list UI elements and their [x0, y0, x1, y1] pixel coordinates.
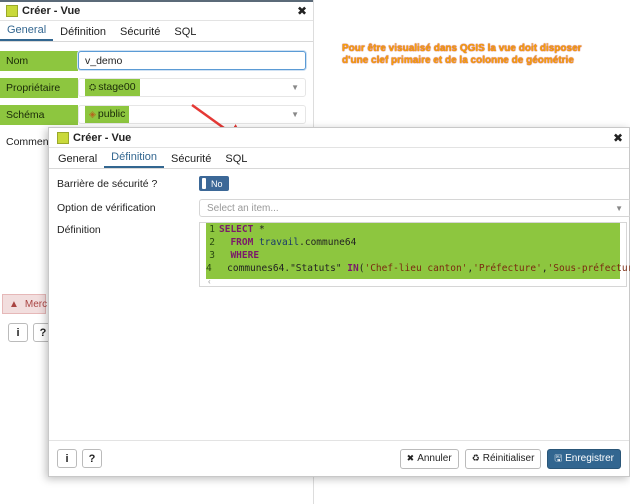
code-token: 'Sous-préfecture' — [547, 263, 630, 274]
definition-label: Définition — [57, 224, 101, 236]
bg-tab-securite[interactable]: Sécurité — [113, 26, 167, 41]
help-icon[interactable]: ? — [82, 449, 102, 468]
view-icon — [6, 5, 18, 17]
code-token: SELECT — [219, 224, 254, 235]
chevron-down-icon[interactable]: ▼ — [615, 204, 623, 213]
bg-tab-definition[interactable]: Définition — [53, 26, 113, 41]
code-line: 2 FROM travail .commune64 — [206, 236, 620, 249]
schema-chip: ◈ public — [85, 106, 130, 123]
schema-icon: ◈ — [89, 109, 96, 119]
user-icon: ⛭ — [89, 82, 97, 92]
code-token: WHERE — [230, 250, 260, 261]
save-button[interactable]: 🖫 Enregistrer — [547, 448, 621, 469]
reset-label: Réinitialiser — [482, 453, 535, 464]
code-token: 'Chef-lieu canton' — [364, 263, 468, 274]
nom-label: Nom — [0, 50, 78, 71]
cancel-icon: ✖ — [406, 453, 415, 463]
code-token: travail — [259, 237, 300, 248]
cancel-button[interactable]: ✖ Annuler — [399, 448, 459, 469]
verification-row: Option de vérification Select an item...… — [57, 199, 630, 217]
toggle-knob — [202, 178, 206, 189]
code-token: IN — [347, 263, 359, 274]
foreground-dialog: Créer - Vue ✖ General Définition Sécurit… — [48, 127, 630, 477]
nom-input[interactable]: v_demo — [78, 51, 306, 70]
verification-label: Option de vérification — [57, 202, 156, 214]
proprietaire-label: Propriétaire — [0, 77, 78, 98]
code-line: 4 communes64."Statuts" IN('Chef-lieu can… — [206, 262, 630, 275]
fg-tab-securite[interactable]: Sécurité — [164, 153, 218, 168]
proprietaire-value: stage00 — [98, 81, 136, 93]
close-icon[interactable]: ✖ — [613, 131, 623, 145]
bg-tab-general[interactable]: General — [0, 24, 54, 41]
fg-footer: i ? ✖ Annuler ♻ Réinitialiser 🖫 Enregist… — [49, 440, 629, 476]
verification-select[interactable]: Select an item... ▼ — [199, 199, 630, 217]
schema-label: Schéma — [0, 104, 78, 125]
info-icon[interactable]: i — [57, 449, 77, 468]
barriere-toggle[interactable]: No — [199, 176, 229, 191]
bg-tabs: General Définition Sécurité SQL — [0, 21, 313, 42]
code-token: .commune64 — [299, 237, 357, 248]
barriere-value: No — [211, 178, 223, 189]
cancel-label: Annuler — [417, 453, 452, 464]
reset-icon: ♻ — [471, 453, 480, 463]
code-line: 1 SELECT * — [206, 223, 620, 236]
sql-code-area[interactable]: 1 SELECT * 2 FROM travail .commune64 3 WHERE… — [206, 223, 630, 279]
bg-row-schema: Schéma ◈ public ▼ — [0, 101, 314, 128]
fg-dialog-title: Créer - Vue — [73, 131, 132, 144]
save-label: Enregistrer — [565, 453, 614, 464]
verification-placeholder: Select an item... — [207, 202, 279, 214]
bg-tab-sql[interactable]: SQL — [167, 26, 203, 41]
fg-tab-definition[interactable]: Définition — [104, 151, 164, 168]
chevron-down-icon[interactable]: ▼ — [291, 83, 299, 92]
fg-tabs: General Définition Sécurité SQL — [49, 148, 629, 169]
save-icon: 🖫 — [554, 452, 563, 463]
fg-dialog-titlebar: Créer - Vue ✖ — [49, 128, 629, 148]
bg-row-nom: Nom v_demo — [0, 47, 314, 74]
code-line: 3 WHERE — [206, 249, 620, 262]
horizontal-scrollbar[interactable]: ‹ — [208, 278, 620, 286]
barriere-row: Barrière de sécurité ? No — [57, 176, 229, 191]
bg-dialog-title: Créer - Vue — [22, 5, 81, 17]
fg-tab-general[interactable]: General — [51, 153, 104, 168]
code-token: communes64."Statuts" — [215, 263, 348, 274]
definition-row: Définition — [57, 224, 199, 236]
bg-dialog-titlebar: Créer - Vue ✖ — [0, 0, 313, 21]
info-icon[interactable]: i — [8, 323, 28, 342]
schema-value: public — [97, 108, 126, 120]
annotation-note: Pour être visualisé dans QGIS la vue doi… — [342, 43, 582, 66]
bg-footer-buttons: i ? — [8, 323, 53, 342]
line-number: 1 — [209, 224, 215, 235]
barriere-label: Barrière de sécurité ? — [57, 177, 158, 190]
line-number: 2 — [209, 237, 215, 248]
close-icon[interactable]: ✖ — [297, 4, 307, 18]
line-number: 4 — [206, 263, 212, 274]
proprietaire-chip: ⛭ stage00 — [85, 79, 140, 96]
code-token: 'Préfecture' — [473, 263, 542, 274]
fg-tab-sql[interactable]: SQL — [218, 153, 254, 168]
code-token: FROM — [230, 237, 254, 248]
view-icon — [57, 131, 69, 144]
alert-text: Merc — [24, 298, 48, 310]
reset-button[interactable]: ♻ Réinitialiser — [464, 448, 542, 469]
code-token: * — [253, 224, 265, 235]
sql-editor[interactable]: 1 SELECT * 2 FROM travail .commune64 3 WHERE… — [199, 222, 630, 287]
error-alert: ▲ Merc — [2, 294, 48, 314]
warning-icon: ▲ — [9, 298, 19, 310]
chevron-down-icon[interactable]: ▼ — [291, 110, 299, 119]
bg-row-proprietaire: Propriétaire ⛭ stage00 ▼ — [0, 74, 314, 101]
nom-value: v_demo — [85, 54, 123, 67]
line-number: 3 — [209, 250, 215, 261]
